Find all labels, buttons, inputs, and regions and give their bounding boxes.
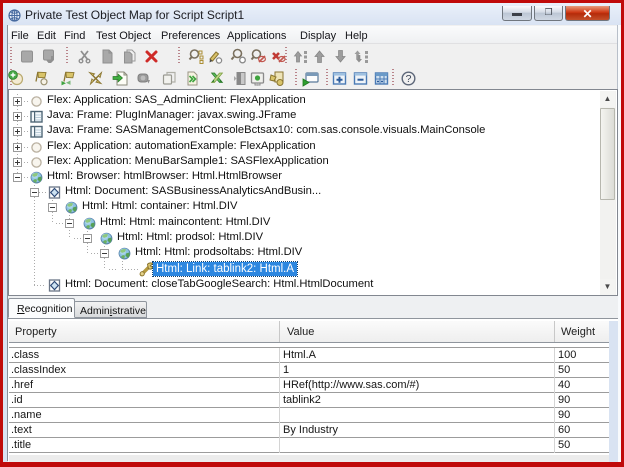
svg-text:?: ? bbox=[406, 73, 412, 85]
